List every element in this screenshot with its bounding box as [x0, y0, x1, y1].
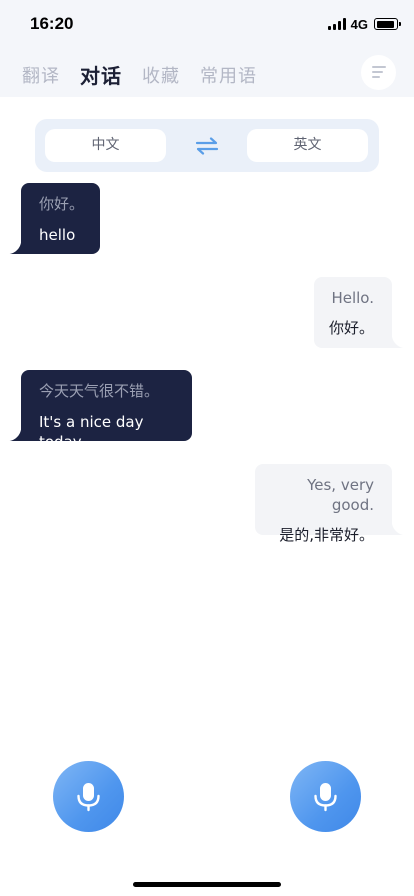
message-original: Yes, very good.	[307, 476, 374, 514]
right-mic-button[interactable]	[290, 761, 361, 832]
swap-arrows-icon[interactable]	[195, 137, 219, 155]
message-bubble: Yes, very good. 是的,非常好。	[255, 464, 406, 544]
home-indicator[interactable]	[133, 882, 281, 887]
status-time: 16:20	[30, 14, 74, 33]
message-original: 你好。	[39, 195, 85, 213]
message-translation: It's a nice day today.	[39, 413, 144, 451]
message-bubble: Hello. 你好。	[314, 277, 406, 348]
signal-icon	[327, 18, 346, 30]
microphone-icon	[77, 783, 100, 812]
left-mic-button[interactable]	[53, 761, 124, 832]
tab-translate[interactable]: 翻译	[22, 62, 60, 89]
message-original: Hello.	[331, 289, 374, 307]
top-header: 16:20 4G 翻译 对话 收藏 常用语	[0, 0, 414, 97]
network-type: 4G	[350, 16, 368, 32]
message-translation: 你好。	[328, 319, 374, 337]
tab-conversation[interactable]: 对话	[80, 60, 122, 89]
message-original: 今天天气很不错。	[39, 382, 160, 400]
microphone-icon	[314, 783, 337, 812]
status-indicators: 4G	[327, 16, 401, 32]
source-language-button[interactable]: 中文	[45, 129, 166, 162]
status-bar: 16:20 4G	[0, 0, 414, 48]
message-translation: hello	[39, 226, 76, 244]
tab-phrases[interactable]: 常用语	[200, 62, 257, 89]
tab-favorites[interactable]: 收藏	[142, 62, 180, 89]
tab-bar: 翻译 对话 收藏 常用语	[22, 62, 277, 89]
message-bubble: 今天天气很不错。 It's a nice day today.	[7, 370, 192, 451]
battery-icon	[374, 18, 401, 30]
target-language-button[interactable]: 英文	[247, 129, 368, 162]
menu-button[interactable]	[361, 55, 396, 90]
message-bubble: 你好。 hello	[7, 183, 100, 254]
message-translation: 是的,非常好。	[279, 526, 374, 544]
